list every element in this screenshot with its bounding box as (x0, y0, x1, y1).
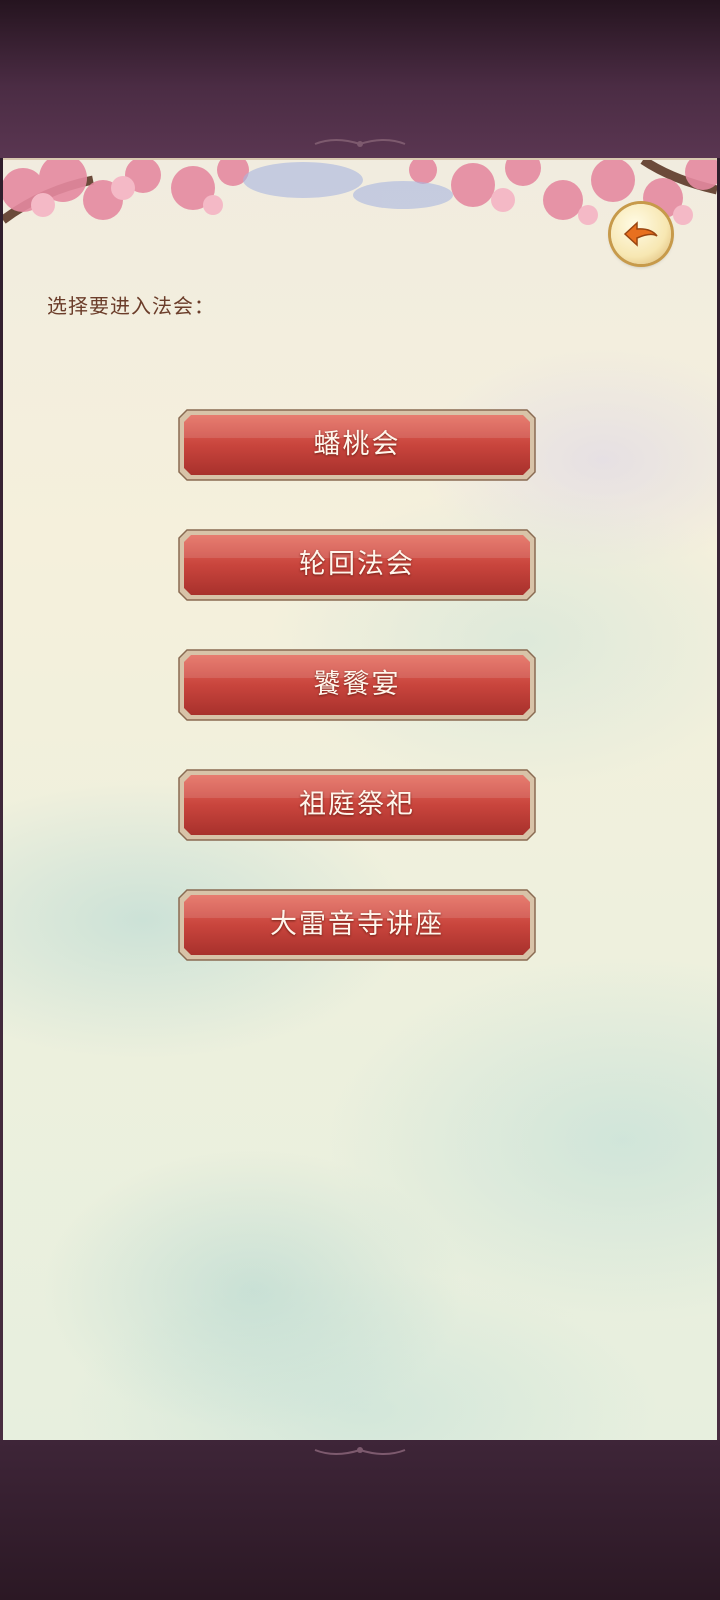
event-button-label: 蟠桃会 (313, 429, 401, 460)
prompt-text: 选择要进入法会： (47, 294, 215, 318)
top-ornament (314, 139, 406, 147)
top-border-bar (0, 0, 720, 158)
event-button-lunhui[interactable]: 轮回法会 (177, 528, 537, 602)
event-button-label: 轮回法会 (299, 549, 415, 580)
back-button[interactable] (611, 204, 671, 264)
event-button-label: 祖庭祭祀 (299, 789, 415, 820)
event-button-taotie[interactable]: 饕餮宴 (177, 648, 537, 722)
back-arrow-icon (623, 221, 658, 247)
event-button-pantao[interactable]: 蟠桃会 (177, 408, 537, 482)
bottom-border-bar (0, 1440, 720, 1600)
cherry-blossom-decoration (3, 160, 717, 225)
event-menu: 蟠桃会 轮回法会 饕餮宴 祖庭祭祀 大雷音寺讲座 (177, 408, 537, 1008)
event-button-label: 大雷音寺讲座 (270, 909, 444, 940)
event-button-daleiyin[interactable]: 大雷音寺讲座 (177, 888, 537, 962)
event-button-label: 饕餮宴 (313, 669, 401, 700)
event-button-zuting[interactable]: 祖庭祭祀 (177, 768, 537, 842)
event-selection-panel: 选择要进入法会： 蟠桃会 轮回法会 饕餮宴 祖庭祭祀 大雷音寺讲座 (3, 158, 717, 1444)
bottom-ornament (314, 1447, 406, 1455)
app-frame: 选择要进入法会： 蟠桃会 轮回法会 饕餮宴 祖庭祭祀 大雷音寺讲座 (0, 0, 720, 1600)
